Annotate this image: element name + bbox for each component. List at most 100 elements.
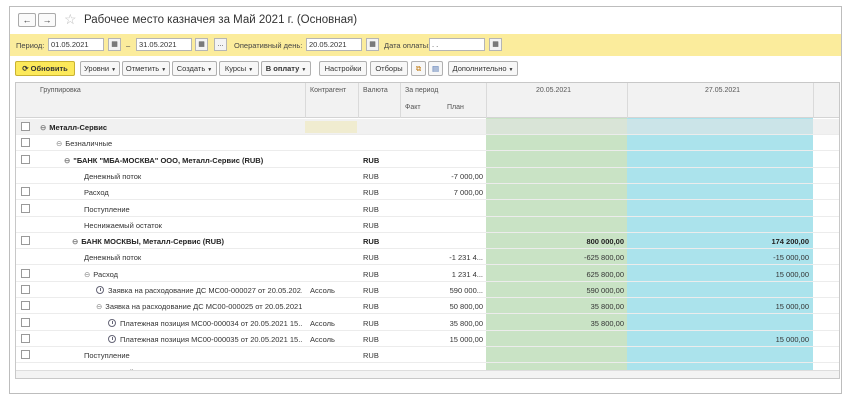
table-row[interactable]: ⊖ БАНК МОСКВЫ, Металл-Сервис (RUB) RUB 800 …: [16, 233, 839, 250]
row-checkbox[interactable]: [21, 187, 30, 197]
grouping-label: Денежный поток: [84, 171, 142, 181]
row-checkbox[interactable]: [21, 350, 30, 360]
levels-button[interactable]: Уровни ▼: [80, 61, 120, 76]
date-1-cell: 625 800,00: [586, 269, 624, 279]
back-button[interactable]: ←: [18, 13, 36, 27]
to-payment-label: В оплату: [265, 64, 300, 73]
calendar-paydate-icon[interactable]: ▦: [489, 38, 502, 51]
payment-date-label: Дата оплаты:: [384, 41, 431, 50]
clock-icon: [108, 318, 116, 327]
chevron-down-icon: ▼: [301, 67, 307, 73]
plan-cell: 15 000,00: [449, 334, 483, 344]
col-date-1[interactable]: 20.05.2021: [536, 87, 571, 94]
collapse-toggle-icon[interactable]: ⊖: [64, 156, 70, 165]
operational-day-input[interactable]: 20.05.2021: [306, 38, 362, 51]
plan-cell: 7 000,00: [453, 188, 483, 198]
table-row[interactable]: Денежный поток RUB -1 231 4... -625 800,00 -…: [16, 249, 839, 266]
plan-cell: 35 800,00: [449, 318, 483, 328]
collapse-toggle-icon[interactable]: ⊖: [96, 302, 102, 311]
plan-cell: 590 000...: [449, 286, 483, 295]
date-2-cell: 15 000,00: [775, 334, 809, 344]
row-checkbox[interactable]: [21, 268, 30, 278]
row-checkbox[interactable]: [21, 285, 30, 294]
row-checkbox[interactable]: [21, 203, 30, 213]
payment-date-input[interactable]: . .: [429, 38, 485, 51]
calendar-end-icon[interactable]: ▦: [195, 38, 208, 51]
copy-icon[interactable]: ⧉: [411, 61, 426, 76]
date-1-cell: 590 000,00: [586, 286, 624, 295]
date-2-cell: 174 200,00: [771, 237, 809, 247]
grouping-cell: ⊖ Металл-Сервис: [40, 123, 302, 132]
col-divider: [305, 83, 306, 118]
period-select-button[interactable]: ...: [214, 38, 227, 51]
row-checkbox[interactable]: [21, 301, 30, 311]
row-checkbox[interactable]: [21, 122, 30, 131]
table-row[interactable]: Неснижаемый остаток RUB: [16, 217, 839, 233]
table-row[interactable]: Поступление RUB: [16, 201, 839, 217]
col-plan[interactable]: План: [447, 104, 464, 111]
horizontal-scrollbar[interactable]: [16, 370, 839, 378]
col-for-period[interactable]: За период: [405, 87, 438, 94]
col-date-2[interactable]: 27.05.2021: [705, 87, 740, 94]
rates-label: Курсы: [224, 64, 247, 73]
clock-icon: [108, 334, 116, 343]
collapse-toggle-icon[interactable]: ⊖: [72, 237, 78, 246]
table-row[interactable]: Платежная позиция МС00-000034 от 20.05.2…: [16, 315, 839, 331]
table-row[interactable]: Заявка на расходование ДС МС00-000027 от…: [16, 282, 839, 298]
col-counterparty[interactable]: Контрагент: [310, 87, 346, 94]
calendar-start-icon[interactable]: ▦: [108, 38, 121, 51]
date-1-cell: -625 800,00: [583, 253, 624, 263]
col-divider: [627, 83, 628, 118]
table-row[interactable]: Поступление RUB: [16, 347, 839, 364]
grouping-cell: Расход: [84, 188, 302, 197]
calendar-opday-icon[interactable]: ▦: [366, 38, 379, 51]
table-row[interactable]: Платежная позиция МС00-000035 от 20.05.2…: [16, 331, 839, 347]
row-checkbox[interactable]: [21, 236, 30, 246]
refresh-button[interactable]: ⟳ Обновить: [15, 61, 75, 76]
collapse-toggle-icon[interactable]: ⊖: [40, 123, 46, 132]
grouping-label: Платежная позиция МС00-000034 от 20.05.2…: [120, 318, 302, 328]
table-row[interactable]: Расход RUB 7 000,00: [16, 184, 839, 201]
grouping-label: Расход: [93, 269, 119, 279]
col-fact[interactable]: Факт: [405, 104, 421, 111]
row-checkbox[interactable]: [21, 138, 30, 148]
table-row[interactable]: ⊖ Безналичные: [16, 135, 839, 152]
report-icon[interactable]: ▤: [428, 61, 443, 76]
grouping-label: Расход: [84, 188, 109, 198]
grouping-cell: Платежная позиция МС00-000035 от 20.05.2…: [108, 334, 302, 344]
refresh-label: Обновить: [30, 64, 68, 73]
grouping-label: БАНК МОСКВЫ, Металл-Сервис (RUB): [81, 237, 224, 247]
table-row[interactable]: ⊖ Металл-Сервис: [16, 119, 839, 135]
table-row[interactable]: ⊖ Расход RUB 1 231 4... 625 800,00 15 000,00: [16, 266, 839, 282]
more-button[interactable]: Дополнительно ▼: [448, 61, 518, 76]
period-start-input[interactable]: 01.05.2021: [48, 38, 104, 51]
create-button[interactable]: Создать ▼: [172, 61, 217, 76]
currency-cell: RUB: [363, 334, 379, 344]
collapse-toggle-icon[interactable]: ⊖: [84, 270, 90, 279]
to-payment-button[interactable]: В оплату ▼: [261, 61, 311, 76]
col-grouping[interactable]: Группировка: [40, 87, 81, 94]
period-end-input[interactable]: 31.05.2021: [136, 38, 192, 51]
currency-cell: RUB: [363, 220, 379, 230]
rates-button[interactable]: Курсы ▼: [219, 61, 259, 76]
favorite-star-icon[interactable]: ☆: [64, 11, 77, 28]
col-currency[interactable]: Валюта: [363, 87, 388, 94]
grouping-label: Металл-Сервис: [49, 123, 108, 132]
collapse-toggle-icon[interactable]: ⊖: [56, 139, 62, 148]
row-checkbox[interactable]: [21, 154, 30, 164]
mark-button[interactable]: Отметить ▼: [122, 61, 170, 76]
currency-cell: RUB: [363, 188, 379, 198]
row-checkbox[interactable]: [21, 333, 30, 343]
grouping-cell: ⊖ "БАНК "МБА-МОСКВА" ООО, Металл-Сервис (…: [64, 156, 302, 165]
table-row[interactable]: ⊖ "БАНК "МБА-МОСКВА" ООО, Металл-Сервис (…: [16, 152, 839, 168]
currency-cell: RUB: [363, 237, 380, 247]
more-label: Дополнительно: [452, 64, 507, 73]
date-1-cell: 35 800,00: [590, 318, 624, 328]
settings-button[interactable]: Настройки: [319, 61, 367, 76]
row-checkbox[interactable]: [21, 317, 30, 327]
table-header: Группировка Контрагент Валюта За период …: [16, 83, 839, 118]
forward-button[interactable]: →: [38, 13, 56, 27]
table-row[interactable]: ⊖ Заявка на расходование ДС МС00-000025 о…: [16, 298, 839, 315]
selections-button[interactable]: Отборы: [370, 61, 408, 76]
table-row[interactable]: Денежный поток RUB -7 000,00: [16, 168, 839, 184]
